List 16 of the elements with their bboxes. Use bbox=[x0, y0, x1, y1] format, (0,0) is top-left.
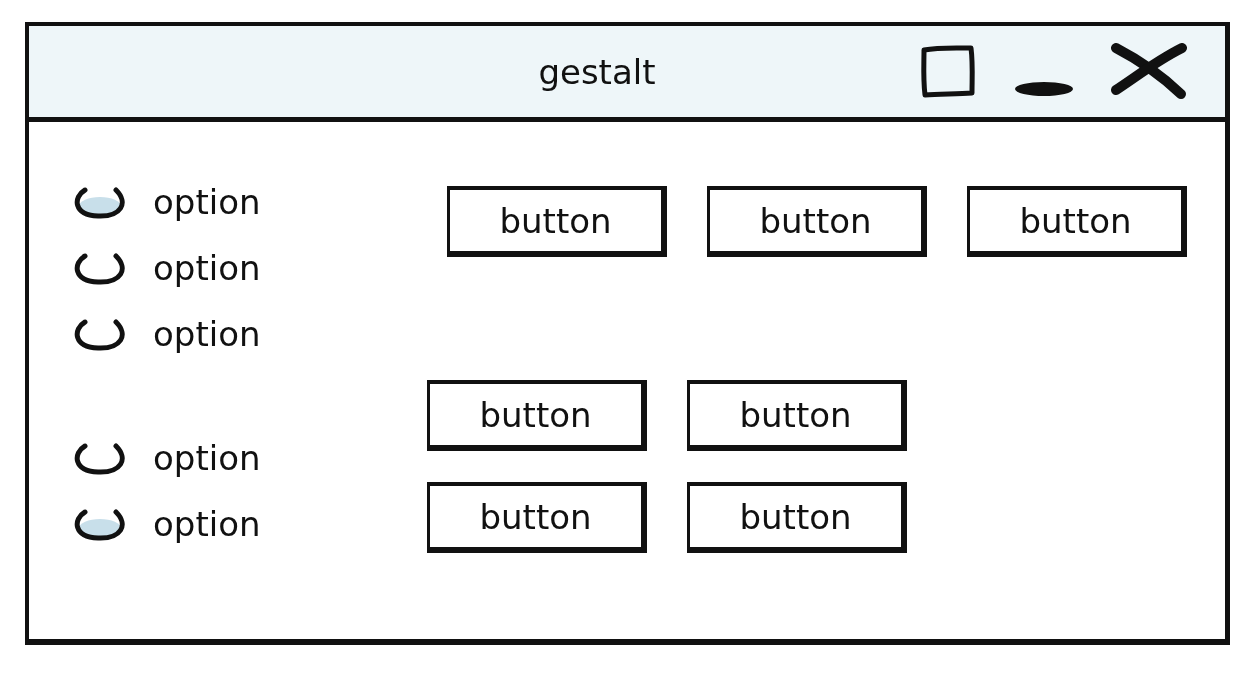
close-icon[interactable] bbox=[1111, 43, 1187, 99]
radio-option[interactable]: option bbox=[71, 180, 261, 224]
minimize-icon[interactable] bbox=[1015, 82, 1073, 96]
action-button[interactable]: button bbox=[687, 482, 907, 553]
action-button[interactable]: button bbox=[707, 186, 927, 257]
radio-option[interactable]: option bbox=[71, 312, 261, 356]
action-button[interactable]: button bbox=[427, 482, 647, 553]
window-title: gestalt bbox=[538, 51, 656, 92]
action-button[interactable]: button bbox=[427, 380, 647, 451]
radio-option[interactable]: option bbox=[71, 502, 261, 546]
radio-option[interactable]: option bbox=[71, 246, 261, 290]
maximize-icon[interactable] bbox=[919, 43, 977, 99]
action-button[interactable]: button bbox=[967, 186, 1187, 257]
action-button[interactable]: button bbox=[447, 186, 667, 257]
radio-option[interactable]: option bbox=[71, 436, 261, 480]
action-button[interactable]: button bbox=[687, 380, 907, 451]
